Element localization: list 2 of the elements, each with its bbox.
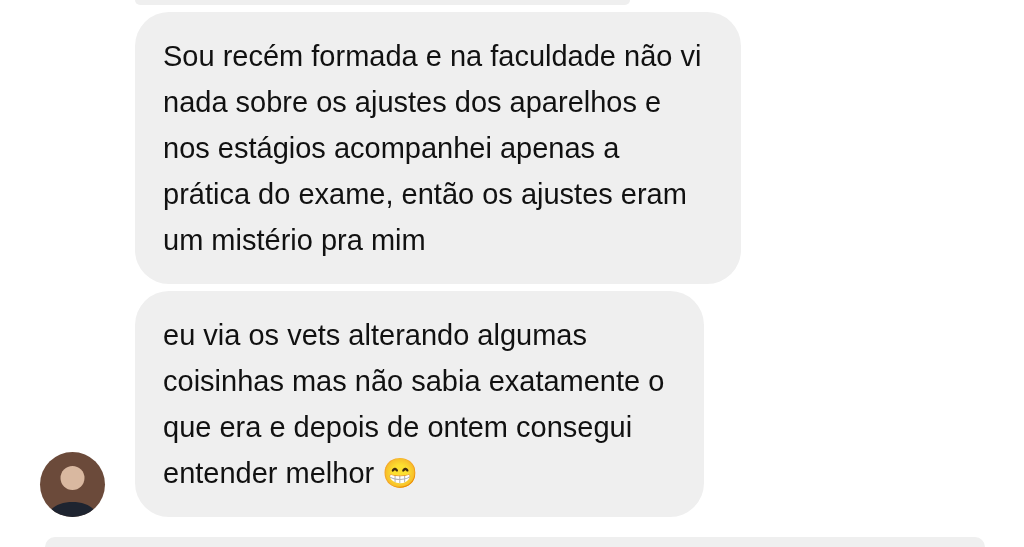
message-text: Sou recém formada e na faculdade não vi nada sobre os ajustes dos aparelhos e nos estágios acompanhei apenas a prática do exame, então os ajustes eram um mistério pra mim xyxy=(163,39,702,258)
message-text: eu via os vets alterando algumas coisinhas mas não sabia exatamente o que era e depois de ontem consegui entender melhor 😁 xyxy=(163,318,665,491)
